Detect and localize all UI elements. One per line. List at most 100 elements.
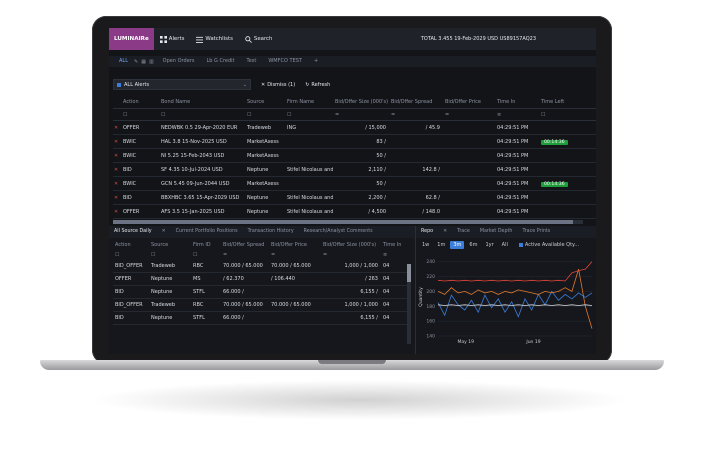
col-spread[interactable]: Bid/Offer Spread <box>221 242 269 248</box>
cell-source: Neptune <box>247 166 269 173</box>
col-action[interactable]: Action <box>113 242 149 248</box>
x-tick-label: Jun 19 <box>525 339 540 345</box>
cell-time-in: 04:29:51 PM <box>497 194 529 201</box>
tab-research-comments[interactable]: Research/Analyst Comments <box>299 226 378 238</box>
cell-source: Tradeweb <box>247 124 272 131</box>
table-row[interactable]: BID Neptune STFL 66.000 / 6,155 / 04 <box>113 286 409 299</box>
add-tab-button[interactable]: + <box>308 56 324 67</box>
source-grid-body: BID_OFFER Tradeweb RBC 70.000 / 65.000 70.00… <box>113 260 409 325</box>
table-row[interactable]: BID_OFFER Tradeweb RBC 70.000 / 65.000 70.00… <box>113 299 409 312</box>
table-row[interactable]: ✕ OFFER AFS 3.5 15-Jan-2025 USD Neptune Stif… <box>113 205 596 219</box>
filter-price[interactable]: = <box>443 112 495 118</box>
tab-wmfco-test[interactable]: WMFCO TEST <box>262 56 308 67</box>
settings-icon[interactable]: ▦ <box>141 59 146 65</box>
col-time-in[interactable]: Time In <box>381 242 405 248</box>
list-icon <box>196 36 204 43</box>
range-3m[interactable]: 3m <box>450 241 465 249</box>
range-6m[interactable]: 6m <box>466 241 480 249</box>
source-grid-scrollbar[interactable] <box>407 264 411 344</box>
col-firm-id[interactable]: Firm ID <box>191 242 221 248</box>
nav-watchlists[interactable]: Watchlists <box>190 36 239 43</box>
alert-filter-select[interactable]: ALL Alerts ⌄ <box>113 79 251 90</box>
qty-select[interactable]: Active Available Qty... <box>518 242 579 248</box>
delete-icon[interactable]: ▥ <box>149 59 154 65</box>
close-icon[interactable]: ✕ <box>157 226 171 238</box>
dismiss-alert-icon[interactable]: ✕ <box>113 181 121 187</box>
table-row[interactable]: ✕ BWIC GCN 5.45 09-Jun-2044 USD MarketAxess… <box>113 177 596 191</box>
col-time-in[interactable]: Time In <box>495 99 539 105</box>
tab-current-portfolio[interactable]: Current Portfolio Positions <box>171 226 243 238</box>
table-row[interactable]: BID Neptune STFL 66.000 / 6,155 / 04 <box>113 312 409 325</box>
filter-bond-name[interactable]: ☐ <box>159 112 245 118</box>
y-tick-label: 160 <box>426 319 435 325</box>
table-row[interactable]: BID_OFFER Tradeweb RBC 70.000 / 65.000 70.00… <box>113 260 409 273</box>
dismiss-alert-icon[interactable]: ✕ <box>113 125 121 131</box>
lower-panels: All Source Daily ✕ Current Portfolio Pos… <box>109 226 596 354</box>
col-source[interactable]: Source <box>245 99 285 105</box>
col-bond-name[interactable]: Bond Name <box>159 99 245 105</box>
col-firm-name[interactable]: Firm Name <box>285 99 333 105</box>
dismiss-alert-icon[interactable]: ✕ <box>113 209 121 215</box>
tab-all[interactable]: ALL <box>113 56 134 67</box>
y-tick-label: 240 <box>426 259 435 265</box>
table-row[interactable]: ✕ OFFER NEDWBK 0.5 29-Apr-2020 EUR Tradeweb… <box>113 121 596 135</box>
range-1w[interactable]: 1w <box>419 241 432 249</box>
col-source[interactable]: Source <box>149 242 191 248</box>
scrollbar-thumb[interactable] <box>407 264 411 282</box>
filter-action[interactable]: ☐ <box>121 112 159 118</box>
cell-source: Neptune <box>151 276 173 282</box>
refresh-button[interactable]: ↻ Refresh <box>305 82 330 88</box>
col-size[interactable]: Bid/Offer Size (000's) <box>321 242 381 248</box>
filter-time-in[interactable]: ≡ <box>495 112 539 118</box>
table-row[interactable]: ✕ BID SF 4.35 10-Jul-2024 USD Neptune Stifel… <box>113 163 596 177</box>
col-spread[interactable]: Bid/Offer Spread <box>389 99 443 105</box>
filter-firm-name[interactable]: ☐ <box>285 112 333 118</box>
tab-all-source-daily[interactable]: All Source Daily <box>109 226 157 238</box>
cell-firm-name: Stifel Nicolaus and <box>287 166 333 173</box>
tab-lb-g-credit[interactable]: Lb G Credit <box>200 56 240 67</box>
col-action[interactable]: Action <box>121 99 159 105</box>
tab-trace-prints[interactable]: Trace Prints <box>517 226 555 238</box>
cell-firm-id: RBC <box>193 263 204 269</box>
dismiss-alert-icon[interactable]: ✕ <box>113 195 121 201</box>
cell-action: BWIC <box>123 180 137 187</box>
close-icon: ✕ <box>261 81 266 88</box>
close-icon[interactable]: ✕ <box>438 226 452 238</box>
dismiss-alert-icon[interactable]: ✕ <box>113 153 121 159</box>
col-price[interactable]: Bid/Offer Price <box>269 242 321 248</box>
range-all[interactable]: All <box>499 241 511 249</box>
nav-alerts[interactable]: Alerts <box>154 35 191 43</box>
tab-test[interactable]: Test <box>241 56 263 67</box>
col-time-left[interactable]: Time Left <box>539 99 579 105</box>
tab-repo[interactable]: Repo <box>416 226 438 238</box>
dismiss-alert-icon[interactable]: ✕ <box>113 167 121 173</box>
dismiss-label: Dismiss (1) <box>267 81 296 88</box>
table-row[interactable]: ✕ BWIC NI 5.25 15-Feb-2043 USD MarketAxess 5… <box>113 149 596 163</box>
range-1yr[interactable]: 1yr <box>482 241 496 249</box>
cell-source: Tradeweb <box>151 302 176 308</box>
filter-size[interactable]: = <box>333 112 389 118</box>
nav-search[interactable]: Search <box>239 35 279 43</box>
cell-firm-name: Stifel Nicolaus and <box>287 208 333 215</box>
col-price[interactable]: Bid/Offer Price <box>443 99 495 105</box>
tab-open-orders[interactable]: Open Orders <box>157 56 201 67</box>
cell-action: BID <box>115 289 124 295</box>
tab-trace[interactable]: Trace <box>452 226 475 238</box>
filter-source[interactable]: ☐ <box>245 112 285 118</box>
filter-spread[interactable]: = <box>389 112 443 118</box>
countdown-badge: 00:14:36 <box>541 181 568 187</box>
edit-icon[interactable]: ✎ <box>134 59 138 65</box>
col-size[interactable]: Bid/Offer Size (000's) <box>333 99 389 105</box>
dismiss-button[interactable]: ✕ Dismiss (1) <box>261 82 295 88</box>
filter-time-left[interactable]: ☐ <box>539 112 579 118</box>
scrollbar-thumb[interactable] <box>113 220 573 224</box>
alerts-grid-scrollbar[interactable] <box>113 220 583 224</box>
table-row[interactable]: ✕ BWIC HAL 3.8 15-Nov-2025 USD MarketAxess 8… <box>113 135 596 149</box>
tab-transaction-history[interactable]: Transaction History <box>243 226 299 238</box>
range-1m[interactable]: 1m <box>434 241 448 249</box>
tab-market-depth[interactable]: Market Depth <box>475 226 518 238</box>
dismiss-alert-icon[interactable]: ✕ <box>113 139 121 145</box>
table-row[interactable]: ✕ BID BBXHBC 3.65 15-Apr-2029 USD Neptune St… <box>113 191 596 205</box>
table-row[interactable]: OFFER Neptune MS / 62.370 / 106.440 / 263 04 <box>113 273 409 286</box>
cell-action: OFFER <box>115 276 132 282</box>
